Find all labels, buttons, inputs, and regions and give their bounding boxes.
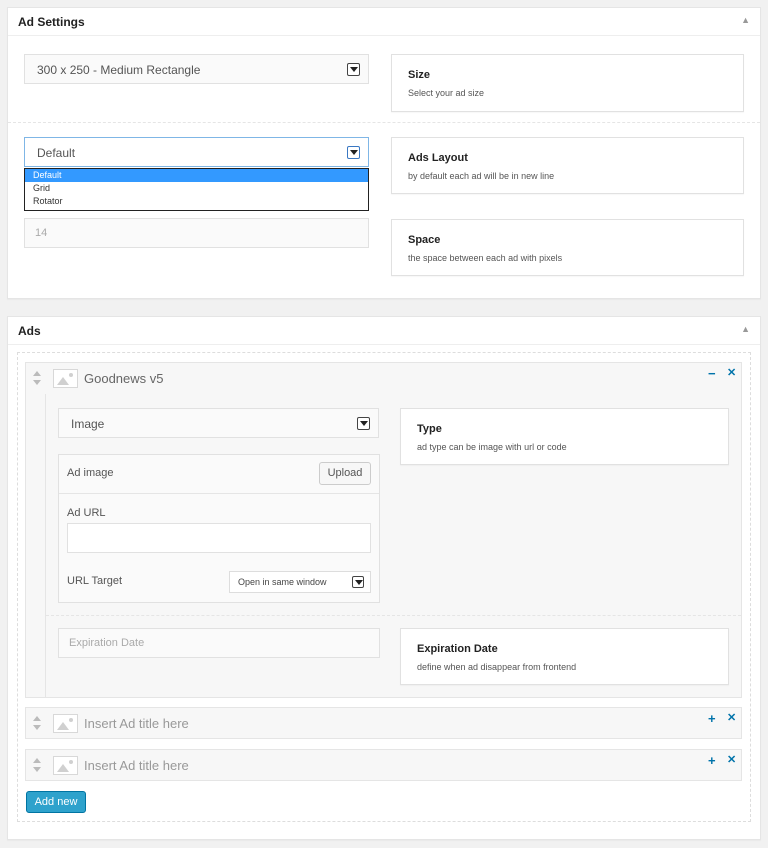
type-select[interactable]: Image (58, 408, 379, 438)
layout-option-rotator[interactable]: Rotator (25, 195, 368, 208)
drag-handle-icon[interactable] (33, 371, 41, 387)
collapse-icon[interactable]: ▲ (741, 16, 750, 25)
space-label: Space (408, 234, 441, 246)
space-description: the space between each ad with pixels (408, 253, 563, 263)
ads-header[interactable]: Ads ▲ (8, 317, 760, 345)
ad-url-input[interactable] (67, 523, 371, 553)
layout-description-box: Ads Layout by default each ad will be in… (391, 137, 744, 194)
size-description-box: Size Select your ad size (391, 54, 744, 112)
chevron-down-icon (347, 146, 360, 159)
layout-select-value: Default (37, 146, 76, 160)
layout-label: Ads Layout (408, 152, 468, 164)
url-target-select[interactable]: Open in same window (229, 571, 371, 593)
plus-icon[interactable]: + (708, 754, 716, 767)
ad-url-label: Ad URL (67, 507, 106, 519)
ad-item-title[interactable]: Goodnews v5 (84, 371, 164, 386)
expiration-description: define when ad disappear from frontend (417, 662, 577, 672)
ad-settings-title: Ad Settings (18, 15, 85, 29)
divider (46, 615, 741, 616)
plus-icon[interactable]: + (708, 712, 716, 725)
drag-handle-icon[interactable] (33, 758, 41, 774)
chevron-down-icon (352, 576, 364, 588)
url-target-label: URL Target (67, 575, 123, 587)
chevron-down-icon (347, 63, 360, 76)
ad-item-collapsed: Insert Ad title here + ✕ (25, 707, 742, 739)
ad-item-title[interactable]: Insert Ad title here (84, 758, 189, 773)
collapse-icon[interactable]: ▲ (741, 325, 750, 334)
expiration-description-box: Expiration Date define when ad disappear… (400, 628, 729, 685)
expiration-date-input[interactable]: Expiration Date (58, 628, 380, 658)
expiration-label: Expiration Date (417, 643, 498, 655)
expiration-date-placeholder: Expiration Date (69, 637, 145, 649)
ad-image-label: Ad image (67, 467, 114, 479)
layout-description: by default each ad will be in new line (408, 171, 555, 181)
add-new-button[interactable]: Add new (26, 791, 86, 813)
size-label: Size (408, 69, 431, 81)
drag-handle-icon[interactable] (33, 716, 41, 732)
type-select-value: Image (71, 417, 105, 431)
url-target-value: Open in same window (238, 577, 327, 587)
layout-option-grid[interactable]: Grid (25, 182, 368, 195)
ad-item-title[interactable]: Insert Ad title here (84, 716, 189, 731)
size-select-value: 300 x 250 - Medium Rectangle (37, 63, 201, 77)
layout-option-default[interactable]: Default (25, 169, 368, 182)
space-input-value: 14 (35, 227, 48, 239)
ads-title: Ads (18, 324, 41, 338)
close-icon[interactable]: ✕ (727, 368, 736, 379)
divider (59, 493, 379, 494)
image-icon (53, 714, 78, 733)
close-icon[interactable]: ✕ (727, 755, 736, 766)
space-input[interactable]: 14 (24, 218, 369, 248)
type-label: Type (417, 423, 442, 435)
chevron-down-icon (357, 417, 370, 430)
type-description-box: Type ad type can be image with url or co… (400, 408, 729, 465)
upload-button[interactable]: Upload (319, 462, 371, 485)
image-icon (53, 756, 78, 775)
divider (8, 122, 760, 123)
type-description: ad type can be image with url or code (417, 442, 567, 452)
image-icon (53, 369, 78, 388)
layout-select[interactable]: Default (24, 137, 369, 167)
size-select[interactable]: 300 x 250 - Medium Rectangle (24, 54, 369, 84)
layout-dropdown-list: Default Grid Rotator (24, 168, 369, 211)
ad-item-collapsed: Insert Ad title here + ✕ (25, 749, 742, 781)
space-description-box: Space the space between each ad with pix… (391, 219, 744, 276)
ad-settings-header[interactable]: Ad Settings ▲ (8, 8, 760, 36)
size-description: Select your ad size (408, 88, 485, 98)
minus-icon[interactable]: − (708, 367, 716, 380)
close-icon[interactable]: ✕ (727, 713, 736, 724)
